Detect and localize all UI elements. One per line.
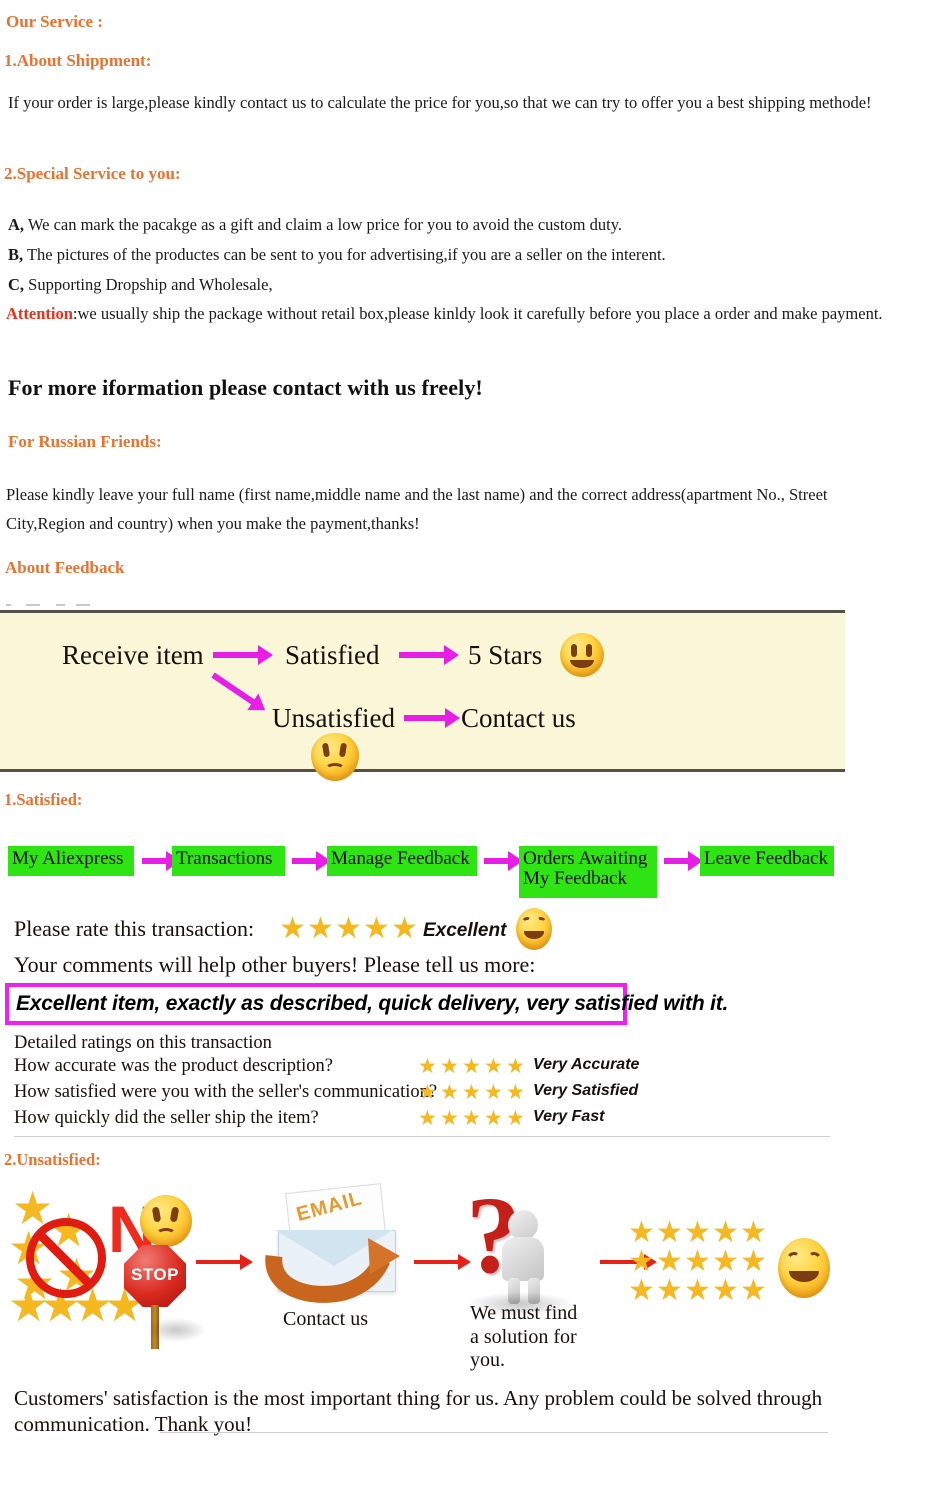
about-shipment-heading: 1.About Shippment:	[4, 51, 152, 70]
final-star: ★	[656, 1273, 683, 1308]
detail-star: ★	[462, 1054, 481, 1078]
detail-star: ★	[484, 1054, 503, 1078]
arrow-receive-to-unsatisfied	[211, 672, 271, 719]
attention-text: :we usually ship the package without ret…	[72, 304, 883, 323]
detailed-question-2: How satisfied were you with the seller's…	[14, 1082, 438, 1102]
satisfied-heading: 1.Satisfied:	[4, 790, 83, 809]
flow-unsatisfied: Unsatisfied	[272, 703, 395, 733]
flow-step-manage-feedback[interactable]: Manage Feedback	[327, 846, 477, 876]
flow-receive-item: Receive item	[62, 640, 204, 670]
rating-value-label: Excellent	[423, 920, 507, 941]
product-description-page: Our Service : 1.About Shippment: If your…	[0, 0, 938, 1500]
detailed-label-3: Very Fast	[533, 1108, 605, 1125]
service-item-c: C, Supporting Dropship and Wholesale,	[8, 270, 908, 299]
detail-star: ★	[462, 1080, 481, 1104]
person-figure-icon	[496, 1210, 556, 1304]
final-star: ★	[628, 1273, 655, 1308]
contact-freely-heading: For more iformation please contact with …	[8, 375, 483, 400]
service-item-b: B, The pictures of the productes can be …	[8, 240, 908, 269]
detail-star: ★	[418, 1080, 437, 1104]
email-icon: EMAIL	[264, 1183, 404, 1308]
attention-paragraph: Attention:we usually ship the package wi…	[6, 299, 886, 328]
flow-satisfied: Satisfied	[285, 640, 380, 670]
closing-paragraph: Customers' satisfaction is the most impo…	[14, 1386, 823, 1436]
detail-star: ★	[440, 1054, 459, 1078]
rating-star[interactable]: ★	[335, 914, 362, 944]
final-star: ★	[712, 1273, 739, 1308]
rating-star[interactable]: ★	[391, 914, 418, 944]
flow-step-leave-feedback[interactable]: Leave Feedback	[700, 846, 834, 876]
email-label: EMAIL	[294, 1187, 365, 1226]
rating-star[interactable]: ★	[363, 914, 390, 944]
buyer-comment-text: Excellent item, exactly as described, qu…	[16, 992, 729, 1015]
stop-sign-icon: STOP	[124, 1245, 186, 1307]
service-item-a-text: We can mark the pacakge as a gift and cl…	[24, 215, 623, 234]
service-item-a-marker: A,	[8, 215, 25, 234]
divider	[14, 1136, 830, 1137]
detail-star: ★	[506, 1080, 525, 1104]
feedback-flow-panel: Receive item Satisfied 5 Stars Unsatisfi…	[0, 610, 845, 781]
rating-star[interactable]: ★	[307, 914, 334, 944]
curved-arrow-icon	[265, 1238, 400, 1303]
detail-star: ★	[506, 1106, 525, 1130]
detailed-question-1: How accurate was the product description…	[14, 1056, 333, 1076]
special-service-heading: 2.Special Service to you:	[4, 164, 181, 183]
buyer-comment-box[interactable]: Excellent item, exactly as described, qu…	[5, 983, 728, 1025]
service-item-c-marker: C,	[8, 275, 25, 294]
rate-transaction-prompt: Please rate this transaction:	[14, 916, 255, 941]
service-item-b-text: The pictures of the productes can be sen…	[23, 245, 666, 264]
russian-friends-heading: For Russian Friends:	[8, 432, 162, 451]
about-feedback-heading: About Feedback	[5, 558, 125, 577]
stop-sign-label: STOP	[131, 1265, 179, 1284]
unsat-sad-face-icon	[140, 1195, 192, 1247]
contact-us-caption: Contact us	[283, 1308, 368, 1330]
detailed-ratings-heading: Detailed ratings on this transaction	[14, 1033, 272, 1053]
flow-step-transactions[interactable]: Transactions	[172, 846, 285, 876]
detail-star: ★	[506, 1054, 525, 1078]
bottom-divider	[160, 1432, 828, 1433]
detailed-question-3: How quickly did the seller ship the item…	[14, 1108, 319, 1128]
service-item-a: A, We can mark the pacakge as a gift and…	[8, 210, 908, 239]
final-star: ★	[684, 1273, 711, 1308]
detail-star: ★	[462, 1106, 481, 1130]
flow-step-orders-awaiting[interactable]: Orders Awaiting My Feedback	[519, 846, 657, 898]
service-item-b-marker: B,	[8, 245, 24, 264]
detail-star: ★	[440, 1106, 459, 1130]
our-service-heading: Our Service :	[6, 12, 103, 31]
detail-star: ★	[440, 1080, 459, 1104]
shipment-paragraph: If your order is large,please kindly con…	[8, 93, 872, 112]
detailed-label-1: Very Accurate	[533, 1056, 640, 1073]
sad-face-icon	[311, 733, 359, 781]
flow-step-my-aliexpress[interactable]: My Aliexpress	[8, 846, 134, 876]
final-star: ★	[740, 1273, 767, 1308]
detail-star: ★	[418, 1054, 437, 1078]
flow-five-stars: 5 Stars	[468, 640, 543, 670]
excellent-smiley-icon	[516, 908, 552, 950]
happy-face-icon	[560, 633, 604, 677]
solution-caption: We must find a solution for you.	[470, 1302, 577, 1373]
prohibition-icon	[26, 1218, 106, 1298]
decorative-dashes	[2, 601, 222, 609]
solution-caption-text: We must find a solution for you.	[470, 1302, 578, 1372]
flow-contact-us: Contact us	[461, 703, 576, 733]
final-smiley-icon	[778, 1238, 830, 1298]
russian-friends-paragraph: Please kindly leave your full name (firs…	[6, 485, 828, 534]
unsatisfied-heading: 2.Unsatisfied:	[4, 1150, 101, 1169]
service-item-c-text: Supporting Dropship and Wholesale,	[24, 275, 273, 294]
rating-star[interactable]: ★	[279, 914, 306, 944]
detailed-label-2: Very Satisfied	[533, 1082, 639, 1099]
stop-sign-shadow	[146, 1318, 206, 1342]
detail-star: ★	[418, 1106, 437, 1130]
detail-star: ★	[484, 1080, 503, 1104]
detail-star: ★	[484, 1106, 503, 1130]
attention-label: Attention	[6, 304, 73, 323]
comments-prompt: Your comments will help other buyers! Pl…	[14, 952, 536, 977]
